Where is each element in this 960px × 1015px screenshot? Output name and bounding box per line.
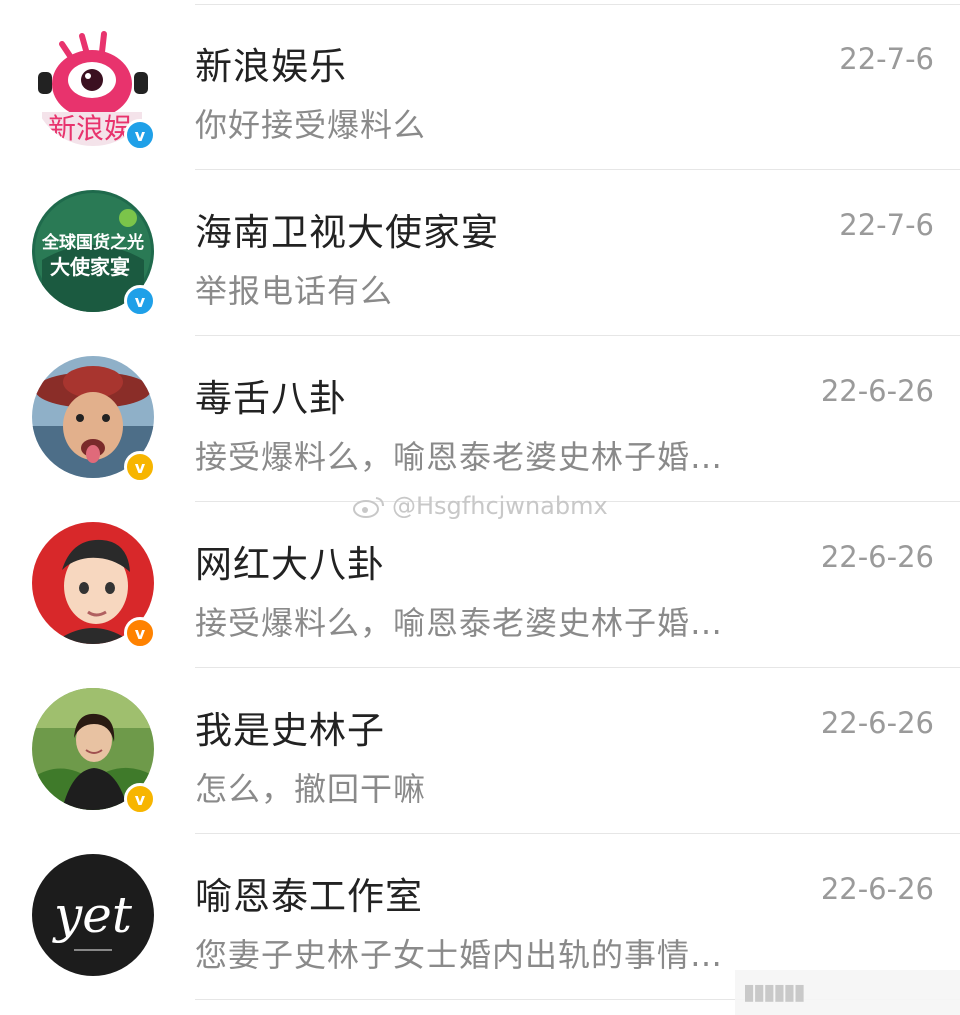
verified-badge-icon: v [124, 119, 156, 151]
contact-name: 海南卫视大使家宴 [195, 211, 499, 254]
message-date: 22-6-26 [820, 374, 934, 408]
conversation-row[interactable]: v 毒舌八卦 接受爆料么，喻恩泰老婆史林子婚… 22-6-26 [0, 336, 960, 502]
conversation-row[interactable]: 全球国货之光 大使家宴 v 海南卫视大使家宴 举报电话有么 22-7-6 [0, 170, 960, 336]
message-preview: 你好接受爆料么 [195, 106, 427, 144]
message-preview: 举报电话有么 [195, 272, 394, 310]
verified-badge-icon: v [124, 617, 156, 649]
corner-overlay: ▮▮▮▮▮▮ [735, 970, 960, 1015]
weibo-icon [353, 497, 384, 518]
message-preview: 您妻子史林子女士婚内出轨的事情… [195, 936, 724, 974]
message-date: 22-6-26 [820, 706, 934, 740]
conversation-row[interactable]: v 我是史林子 怎么，撤回干嘛 22-6-26 [0, 668, 960, 834]
message-preview: 接受爆料么，喻恩泰老婆史林子婚… [195, 438, 724, 476]
contact-name: 新浪娱乐 [195, 45, 347, 88]
conversation-row[interactable]: v 网红大八卦 接受爆料么，喻恩泰老婆史林子婚… 22-6-26 [0, 502, 960, 668]
conversation-row[interactable]: 新浪娱 v 新浪娱乐 你好接受爆料么 22-7-6 [0, 4, 960, 170]
yet-logo-icon[interactable]: yet [32, 854, 154, 976]
contact-name: 我是史林子 [195, 709, 385, 752]
verified-badge-icon: v [124, 783, 156, 815]
verified-badge-icon: v [124, 451, 156, 483]
yet-logo-text: yet [52, 886, 133, 944]
message-date: 22-6-26 [820, 540, 934, 574]
message-preview: 怎么，撤回干嘛 [195, 770, 427, 808]
message-date: 22-7-6 [839, 208, 934, 242]
verified-badge-icon: v [124, 285, 156, 317]
weibo-watermark: @Hsgfhcjwnabmx [352, 492, 608, 520]
svg-text:全球国货之光: 全球国货之光 [41, 232, 144, 253]
message-date: 22-7-6 [839, 42, 934, 76]
contact-name: 网红大八卦 [195, 543, 385, 586]
contact-name: 喻恩泰工作室 [195, 875, 423, 918]
svg-text:新浪娱: 新浪娱 [48, 112, 132, 145]
watermark-text: @Hsgfhcjwnabmx [392, 492, 608, 520]
svg-text:大使家宴: 大使家宴 [50, 255, 130, 279]
message-date: 22-6-26 [820, 872, 934, 906]
more-dots-icon: ▮▮▮▮▮▮ [743, 980, 806, 1005]
message-preview: 接受爆料么，喻恩泰老婆史林子婚… [195, 604, 724, 642]
contact-name: 毒舌八卦 [195, 377, 347, 420]
